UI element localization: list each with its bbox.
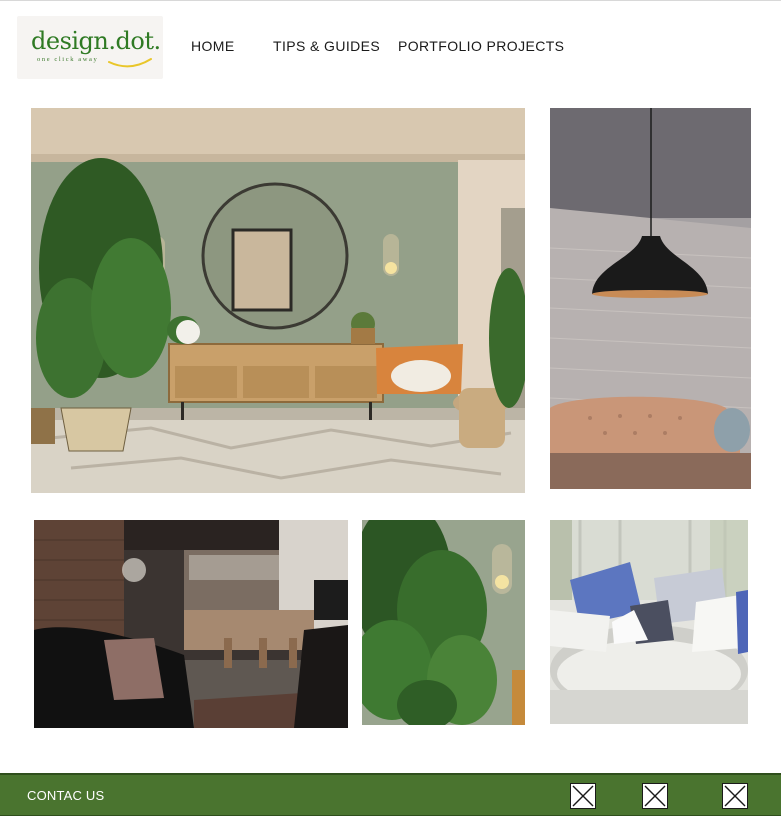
footer-bar: CONTAC US xyxy=(0,773,781,816)
photo-tropical-plant[interactable] xyxy=(362,520,525,725)
photo-round-sofa[interactable] xyxy=(550,520,748,724)
broken-image-icon[interactable] xyxy=(722,783,748,809)
nav-tips-guides[interactable]: TIPS & GUIDES xyxy=(273,38,380,54)
logo-swoosh-icon xyxy=(108,58,152,68)
nav-portfolio-projects[interactable]: PORTFOLIO PROJECTS xyxy=(398,38,564,54)
photo-pendant-lamp[interactable] xyxy=(550,108,751,489)
top-divider xyxy=(0,0,781,1)
broken-image-icon[interactable] xyxy=(642,783,668,809)
brand-name: design.dot. xyxy=(31,27,161,55)
photo-industrial-loft[interactable] xyxy=(34,520,348,728)
brand-logo[interactable]: design.dot. one click away xyxy=(17,16,163,79)
brand-tagline: one click away xyxy=(37,56,99,63)
photo-living-room[interactable] xyxy=(31,108,525,493)
contact-us-link[interactable]: CONTAC US xyxy=(27,788,104,803)
nav-home[interactable]: HOME xyxy=(191,38,235,54)
broken-image-icon[interactable] xyxy=(570,783,596,809)
